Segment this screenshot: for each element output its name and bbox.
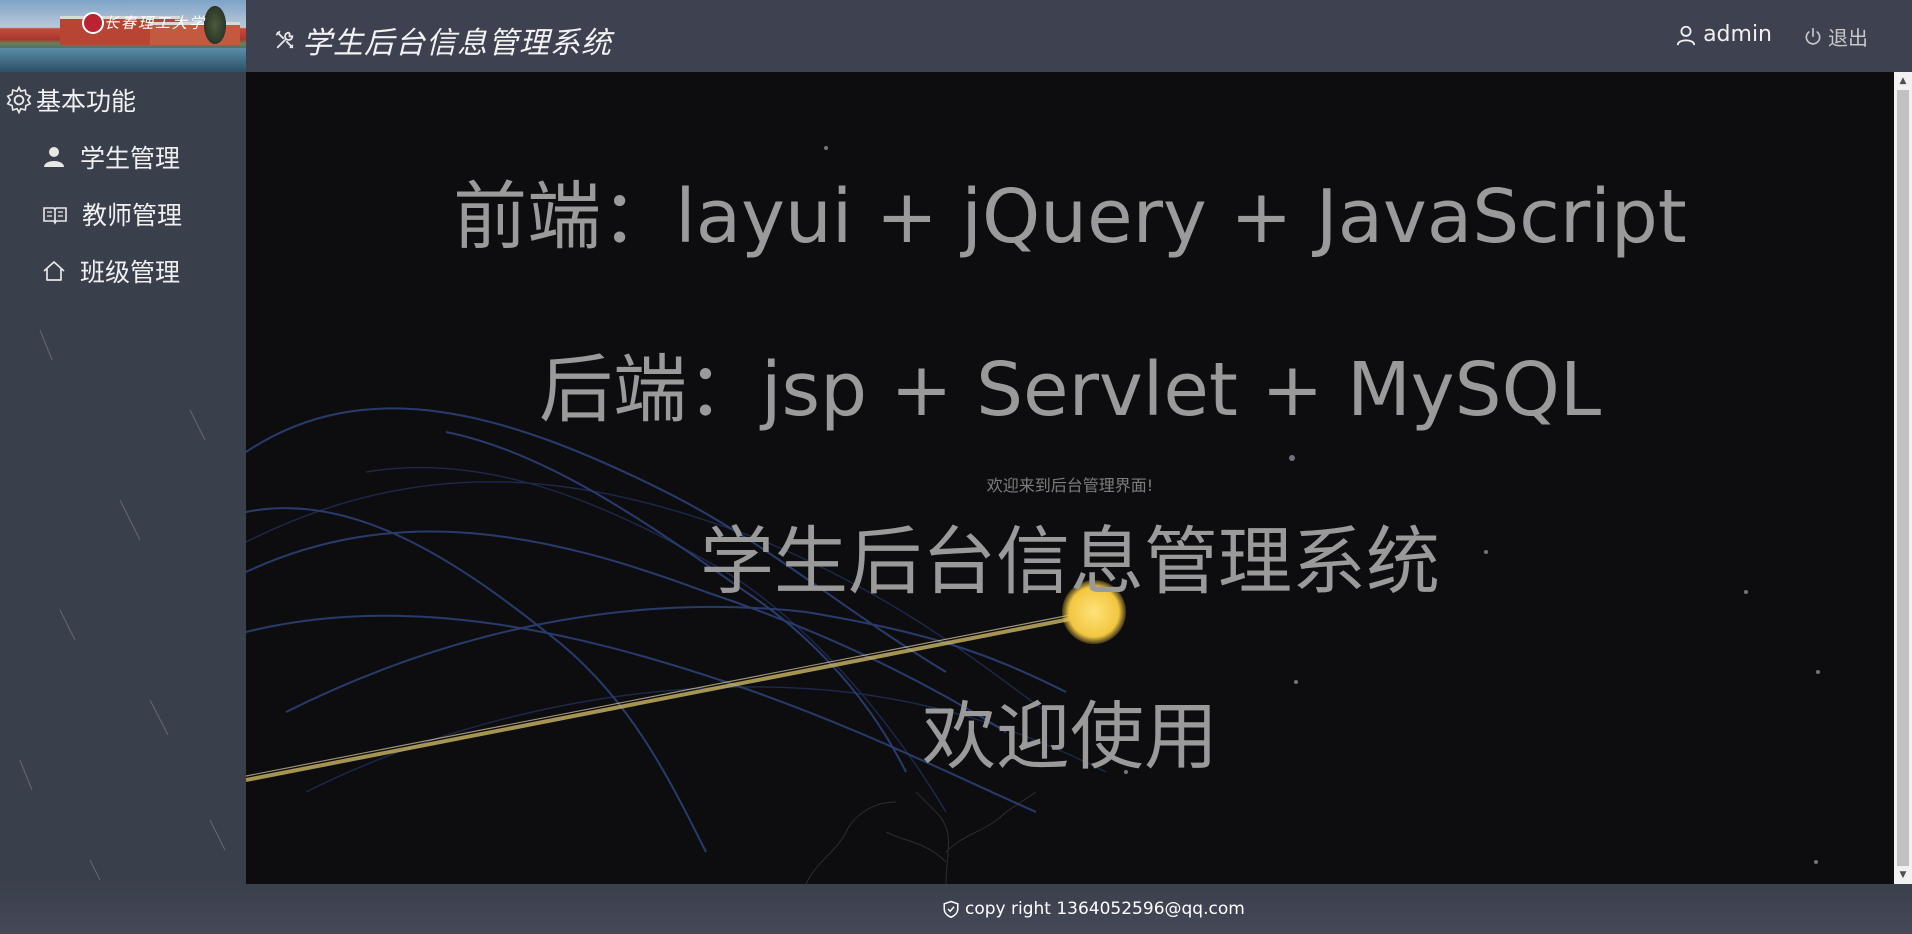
vertical-scrollbar[interactable]: ▲ ▼ [1894, 72, 1912, 884]
campus-logo-banner: 长春理工大学 [0, 0, 246, 72]
top-header: 学生后台信息管理系统 admin 退出 [246, 0, 1912, 72]
main-content: 前端：layui + jQuery + JavaScript 后端：jsp + … [246, 72, 1894, 884]
logout-label: 退出 [1828, 26, 1868, 50]
logo-brand: 长春理工大学 [104, 14, 207, 32]
scroll-up-arrow-icon[interactable]: ▲ [1894, 72, 1912, 90]
user-menu[interactable]: admin [1675, 22, 1772, 47]
wrench-icon [275, 30, 294, 49]
shield-icon [943, 900, 959, 918]
copyright-text: copy right 1364052596@qq.com [965, 899, 1245, 919]
sidebar-item-class[interactable]: 班级管理 [0, 242, 246, 299]
sidebar: 基本功能 学生管理 教师管理 班级管理 [0, 72, 246, 884]
sidebar-item-label: 教师管理 [82, 200, 183, 230]
gear-icon [6, 85, 32, 115]
footer: copy right 1364052596@qq.com [0, 884, 1912, 934]
sidebar-group-label: 基本功能 [36, 87, 137, 116]
user-outline-icon [1676, 25, 1696, 45]
sidebar-item-student[interactable]: 学生管理 [0, 128, 246, 185]
system-name-text: 学生后台信息管理系统 [700, 519, 1440, 605]
power-icon [1805, 27, 1821, 45]
sidebar-item-label: 班级管理 [80, 257, 181, 287]
sidebar-item-teacher[interactable]: 教师管理 [0, 185, 246, 242]
sidebar-group-basic[interactable]: 基本功能 [0, 72, 246, 128]
footer-copyright: copy right 1364052596@qq.com [942, 899, 1245, 919]
home-icon [43, 260, 65, 281]
welcome-use-text: 欢迎使用 [922, 694, 1218, 780]
header-title-wrap: 学生后台信息管理系统 [274, 18, 612, 62]
logout-button[interactable]: 退出 [1803, 22, 1868, 51]
backend-stack-text: 后端：jsp + Servlet + MySQL [538, 347, 1602, 433]
scrollbar-thumb[interactable] [1897, 90, 1909, 866]
frontend-stack-text: 前端：layui + jQuery + JavaScript [453, 174, 1687, 260]
university-seal-icon [82, 12, 104, 34]
logo-water [0, 48, 246, 72]
user-icon [44, 146, 64, 167]
sidebar-item-label: 学生管理 [80, 143, 181, 173]
welcome-small-text: 欢迎来到后台管理界面! [986, 476, 1154, 495]
book-icon [43, 206, 67, 225]
username: admin [1703, 22, 1772, 47]
scroll-down-arrow-icon[interactable]: ▼ [1894, 866, 1912, 884]
page-title: 学生后台信息管理系统 [302, 26, 612, 61]
logo-tree [204, 6, 226, 44]
